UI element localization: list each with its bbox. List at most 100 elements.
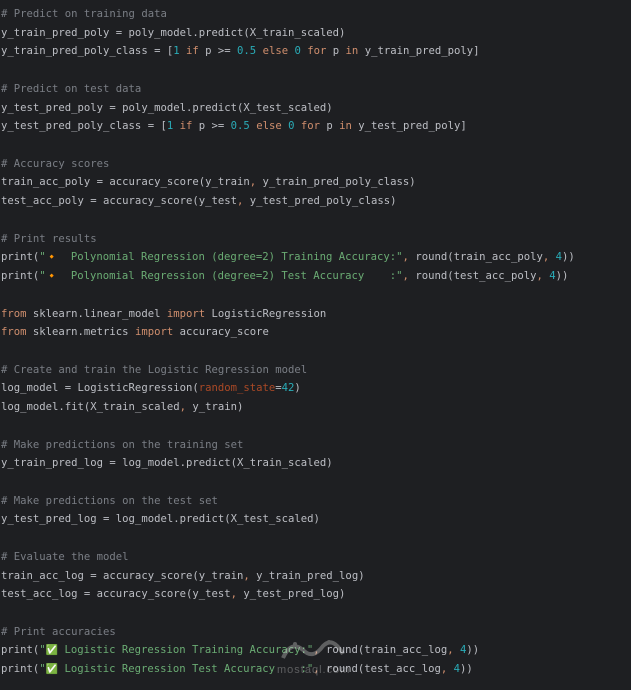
code-token-kw: import [134, 326, 174, 339]
code-editor[interactable]: # Predict on training data y_train_pred_p… [0, 0, 631, 690]
code-token-plain: y_test_pred_log) [237, 588, 346, 601]
code-token-comment: # Predict on training data [1, 8, 167, 20]
code-line: y_train_pred_poly = poly_model.predict(X… [1, 24, 345, 42]
code-token-plain: log_model = LogisticRegression( [1, 382, 199, 395]
code-token-comment: # Create and train the Logistic Regressi… [1, 363, 308, 376]
code-line: test_acc_poly = accuracy_score(y_test, y… [1, 192, 396, 210]
code-line: log_model.fit(X_train_scaled, y_train) [1, 398, 243, 416]
code-token-plain: y_test_pred_poly = poly_model.predict(X_… [1, 101, 333, 114]
code-token-kw: for [300, 120, 321, 133]
code-token-plain: p >= [192, 120, 231, 133]
code-token-plain: )) [555, 270, 569, 283]
code-line: print("🔸 Polynomial Regression (degree=2… [1, 248, 575, 266]
code-line: # Evaluate the model [1, 548, 129, 566]
code-line: from sklearn.linear_model import Logisti… [1, 305, 326, 323]
code-line: # Print results [1, 230, 97, 248]
code-token-plain: train_acc_log = accuracy_score(y_train [1, 569, 244, 582]
code-token-plain: )) [460, 663, 473, 676]
code-token-kw: from [1, 326, 27, 339]
code-token-plain: LogisticRegression [205, 307, 327, 320]
code-token-plain: p [326, 45, 346, 58]
code-token-num: 42 [281, 382, 295, 395]
diamond-icon: 🔸 [45, 271, 59, 283]
mostaql-logo-icon [281, 640, 345, 659]
code-token-plain: print( [1, 644, 40, 657]
code-line: y_test_pred_poly = poly_model.predict(X_… [1, 99, 333, 117]
code-line: # Make predictions on the training set [1, 436, 243, 454]
code-line: y_train_pred_log = log_model.predict(X_t… [1, 454, 333, 472]
code-token-str: Polynomial Regression (degree=2) Test Ac… [58, 270, 403, 283]
code-token-plain: y_train) [185, 401, 244, 414]
code-line: # Predict on training data [1, 5, 167, 23]
code-line: y_test_pred_log = log_model.predict(X_te… [1, 510, 320, 528]
code-token-plain: print( [1, 270, 40, 283]
code-line: train_acc_log = accuracy_score(y_train, … [1, 567, 365, 585]
code-token-kw: import [166, 307, 206, 320]
code-token-plain: accuracy_score [173, 326, 269, 339]
code-token-plain: )) [466, 644, 480, 657]
code-token-kw: if [186, 45, 199, 58]
code-token-str: Polynomial Regression (degree=2) Trainin… [58, 251, 403, 264]
code-line: print("✅ Logistic Regression Test Accura… [1, 660, 473, 678]
code-token-plain: y_train_pred_poly] [358, 45, 480, 58]
code-token-plain: ) [294, 382, 301, 395]
code-token-kw: from [1, 307, 27, 320]
code-token-plain: y_train_pred_poly_class = [ [1, 45, 174, 58]
code-line: y_train_pred_poly_class = [1 if p >= 0.5… [1, 42, 480, 60]
code-token-plain: y_train_pred_log = log_model.predict(X_t… [1, 457, 333, 470]
code-token-plain: y_test_pred_poly_class = [ [1, 120, 167, 133]
code-token-plain: y_test_pred_poly] [351, 120, 467, 133]
code-token-comment: # Print accuracies [1, 625, 116, 638]
code-line: # Print accuracies [1, 623, 116, 641]
code-token-kw: in [339, 120, 352, 133]
code-line: # Predict on test data [1, 80, 141, 98]
code-token-plain: round(test_acc_poly [408, 270, 537, 283]
code-token-comment: # Print results [1, 232, 97, 245]
code-token-plain: )) [562, 251, 575, 264]
code-token-num: 0.5 [230, 120, 250, 133]
watermark-text: mostaql.com [277, 664, 351, 676]
code-line: y_test_pred_poly_class = [1 if p >= 0.5 … [1, 117, 467, 135]
code-token-comment: # Make predictions on the training set [1, 438, 244, 451]
code-token-plain: y_test_pred_poly_class) [243, 195, 397, 208]
code-token-plain: sklearn.linear_model [26, 307, 167, 320]
code-token-plain: train_acc_poly = accuracy_score(y_train [1, 176, 250, 189]
code-line: from sklearn.metrics import accuracy_sco… [1, 323, 269, 341]
code-line: test_acc_log = accuracy_score(y_test, y_… [1, 585, 345, 603]
code-token-plain: y_train_pred_poly = poly_model.predict(X… [1, 26, 346, 39]
code-token-plain: print( [1, 251, 40, 264]
code-token-plain: test_acc_poly = accuracy_score(y_test [1, 195, 237, 208]
code-token-comment: # Make predictions on the test set [1, 494, 218, 507]
code-token-kw: if [179, 120, 193, 133]
code-token-num: 0.5 [237, 45, 257, 58]
code-line: log_model = LogisticRegression(random_st… [1, 379, 301, 397]
code-token-plain: y_test_pred_log = log_model.predict(X_te… [1, 513, 320, 526]
code-line: # Accuracy scores [1, 155, 109, 173]
code-line: # Make predictions on the test set [1, 492, 218, 510]
code-token-plain: log_model.fit(X_train_scaled [1, 401, 180, 414]
code-token-kw: in [345, 45, 359, 58]
code-token-plain: sklearn.metrics [26, 326, 135, 339]
diamond-icon: 🔸 [45, 252, 59, 264]
code-line: train_acc_poly = accuracy_score(y_train,… [1, 173, 416, 191]
code-token-kw: for [307, 45, 327, 58]
code-token-comment: # Evaluate the model [1, 550, 129, 563]
code-token-plain: print( [1, 663, 40, 676]
code-token-kw: else [262, 45, 289, 58]
code-token-comment: # Predict on test data [1, 82, 142, 95]
code-line: # Create and train the Logistic Regressi… [1, 361, 307, 379]
code-token-plain: test_acc_log = accuracy_score(y_test [1, 588, 231, 601]
watermark-logo: mostaql.com [273, 636, 353, 680]
code-token-plain: p [320, 120, 340, 133]
check-mark-icon: ✅ [45, 645, 59, 657]
code-line: print("✅ Logistic Regression Training Ac… [1, 641, 479, 659]
code-token-param: random_state [198, 382, 276, 395]
code-token-comment: # Accuracy scores [1, 157, 110, 170]
code-token-plain: y_train_pred_poly_class) [256, 176, 416, 189]
code-line: print("🔸 Polynomial Regression (degree=2… [1, 267, 568, 285]
code-token-plain: p >= [198, 45, 238, 58]
code-token-plain: round(train_acc_poly [408, 251, 543, 264]
code-token-kw: else [256, 120, 282, 133]
check-mark-icon: ✅ [45, 664, 59, 676]
code-token-plain: y_train_pred_log) [249, 569, 365, 582]
